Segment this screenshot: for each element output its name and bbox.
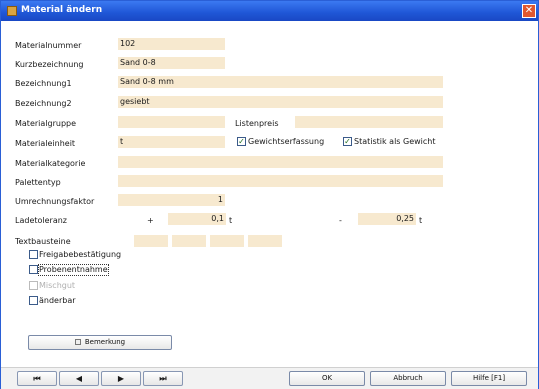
kurzbezeichnung-label: Kurzbezeichnung [15,60,84,69]
first-record-button[interactable]: ⏮ [17,371,57,386]
ladetoleranz-minus-field[interactable]: 0,25 [358,213,416,225]
last-icon: ⏭ [159,374,167,383]
mischgut-checkbox [29,281,38,290]
title-bar[interactable]: Material ändern ✕ [1,1,538,21]
statistik-label: Statistik als Gewicht [354,137,436,146]
probenentnahme-label: Probenentnahme [38,264,109,276]
materialnummer-field[interactable]: 102 [118,38,225,50]
note-icon [74,339,81,345]
prev-record-button[interactable]: ◀ [59,371,99,386]
textbaustein-field-1[interactable] [134,235,168,247]
next-record-button[interactable]: ▶ [101,371,141,386]
bemerkung-button-label: Bemerkung [84,338,126,346]
app-icon [7,6,17,16]
kurzbezeichnung-field[interactable]: Sand 0-8 [118,57,225,69]
bemerkung-button[interactable]: Bemerkung [28,335,172,350]
ladetoleranz-minus-unit: t [419,216,423,225]
prev-icon: ◀ [75,374,83,383]
materialgruppe-field[interactable] [118,116,225,128]
palettentyp-label: Palettentyp [15,178,61,187]
freigabebestaetigung-checkbox[interactable] [29,250,38,259]
textbaustein-field-4[interactable] [248,235,282,247]
materialkategorie-field[interactable] [118,156,443,168]
ladetoleranz-plus-field[interactable]: 0,1 [168,213,226,225]
ladetoleranz-plus-sign: + [147,216,154,225]
textbaustein-field-2[interactable] [172,235,206,247]
materialkategorie-label: Materialkategorie [15,159,86,168]
umrechnungsfaktor-field[interactable]: 1 [118,194,225,206]
last-record-button[interactable]: ⏭ [143,371,183,386]
window-title: Material ändern [21,5,103,15]
abbruch-button[interactable]: Abbruch [370,371,446,386]
textbaustein-field-3[interactable] [210,235,244,247]
bezeichnung1-field[interactable]: Sand 0-8 mm [118,76,443,88]
ok-button[interactable]: OK [289,371,365,386]
materialnummer-label: Materialnummer [15,41,82,50]
listenpreis-label: Listenpreis [235,119,279,128]
probenentnahme-checkbox[interactable] [29,265,38,274]
aenderbar-checkbox[interactable] [29,296,38,305]
textbausteine-label: Textbausteine [15,237,71,246]
palettentyp-field[interactable] [118,175,443,187]
next-icon: ▶ [117,374,125,383]
umrechnungsfaktor-label: Umrechnungsfaktor [15,197,95,206]
ladetoleranz-minus-sign: - [339,216,342,225]
statistik-checkbox[interactable]: ✓ [343,137,352,146]
material-dialog: Material ändern ✕ Materialnummer 102 Kur… [0,0,539,389]
bezeichnung2-label: Bezeichnung2 [15,99,72,108]
freigabebestaetigung-label: Freigabebestätigung [39,250,122,259]
mischgut-label: Mischgut [39,281,76,290]
close-icon[interactable]: ✕ [522,4,536,18]
bezeichnung1-label: Bezeichnung1 [15,79,72,88]
gewichtserfassung-checkbox[interactable]: ✓ [237,137,246,146]
ladetoleranz-label: Ladetoleranz [15,216,67,225]
ladetoleranz-plus-unit: t [229,216,233,225]
materialeinheit-field[interactable]: t [118,136,225,148]
bezeichnung2-field[interactable]: gesiebt [118,96,443,108]
hilfe-button[interactable]: Hilfe [F1] [451,371,527,386]
gewichtserfassung-label: Gewichtserfassung [248,137,325,146]
first-icon: ⏮ [33,374,41,383]
listenpreis-field[interactable] [295,116,443,128]
materialeinheit-label: Materialeinheit [15,139,76,148]
aenderbar-label: änderbar [39,296,76,305]
materialgruppe-label: Materialgruppe [15,119,77,128]
